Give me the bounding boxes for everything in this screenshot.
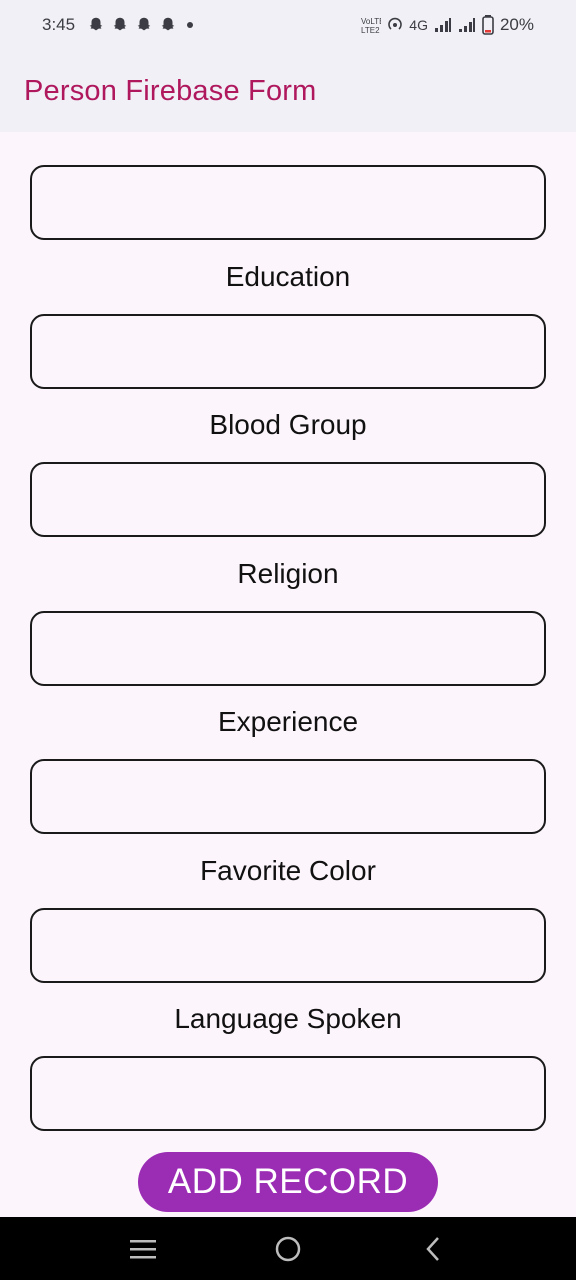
app-title: Person Firebase Form [24,74,317,107]
religion-label: Religion [237,558,339,589]
home-icon [275,1236,301,1261]
signal-icon [434,18,451,32]
status-left: 3:45 [42,15,194,35]
clock: 3:45 [42,15,76,34]
app-bar: Person Firebase Form [0,50,576,132]
status-bar: 3:45 VoLTE LTE2 4G 20% [0,0,576,50]
svg-text:VoLTE: VoLTE [361,17,381,26]
favorite-color-input[interactable] [30,908,546,983]
snapchat-icon [161,17,175,31]
snapchat-icon [137,17,151,31]
notification-dot-icon [187,22,194,28]
add-record-button[interactable]: ADD RECORD [138,1152,438,1212]
back-button[interactable] [413,1229,453,1269]
hotspot-icon [388,17,403,30]
navigation-bar [0,1217,576,1280]
battery-percent: 20% [499,15,534,34]
education-label: Education [225,261,351,292]
religion-input[interactable] [30,611,546,686]
favorite-color-label: Favorite Color [200,855,376,886]
experience-label: Experience [217,706,359,737]
home-button[interactable] [268,1229,308,1269]
snapchat-icon [89,17,103,31]
recent-apps-icon [129,1239,156,1258]
back-icon [426,1236,440,1261]
language-spoken-input[interactable] [30,1056,546,1131]
education-input[interactable] [30,314,546,389]
blood-group-input[interactable] [30,462,546,537]
volte-icon: VoLTE LTE2 [361,17,381,34]
field-input-0[interactable] [30,165,546,240]
blood-group-label: Blood Group [209,409,367,440]
screen: 3:45 VoLTE LTE2 4G 20% Person Firebase F… [0,0,576,1280]
experience-input[interactable] [30,759,546,834]
language-spoken-label: Language Spoken [174,1003,402,1034]
battery-icon [482,15,494,35]
signal-icon [458,18,475,32]
recent-apps-button[interactable] [123,1229,163,1269]
snapchat-icon [113,17,127,31]
status-right: VoLTE LTE2 4G 20% [361,15,534,35]
svg-text:LTE2: LTE2 [361,26,380,34]
network-type: 4G [409,17,428,33]
